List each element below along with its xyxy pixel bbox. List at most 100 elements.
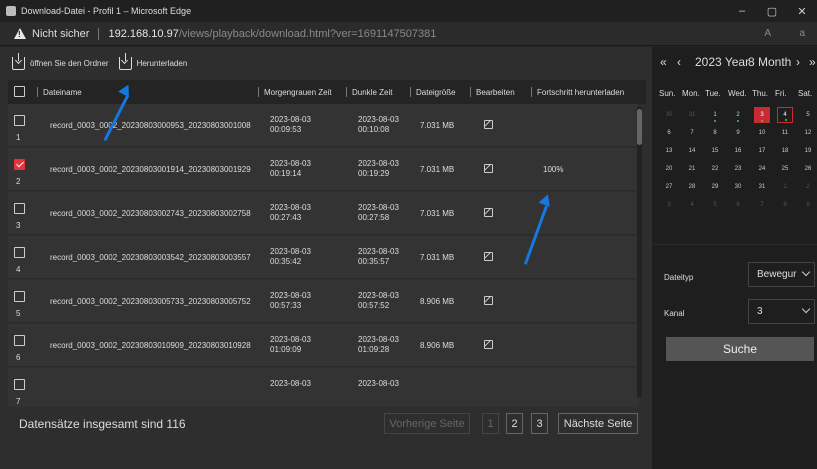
edit-icon[interactable] — [484, 208, 493, 217]
edit-icon[interactable] — [484, 164, 493, 173]
page-2-button[interactable]: 2 — [506, 413, 523, 434]
col-end-time[interactable]: Dunkle Zeit — [346, 80, 392, 104]
calendar-day[interactable]: 27 — [661, 179, 677, 195]
calendar-day[interactable]: 1 — [707, 107, 723, 123]
calendar-day[interactable]: 28 — [684, 179, 700, 195]
calendar-day[interactable]: 16 — [730, 143, 746, 159]
col-start-time[interactable]: Morgengrauen Zeit — [258, 80, 332, 104]
col-filesize[interactable]: Dateigröße — [410, 80, 456, 104]
calendar-day[interactable]: 30 — [730, 179, 746, 195]
filetype-select[interactable]: Bewegur — [748, 262, 815, 287]
row-checkbox[interactable] — [14, 159, 25, 170]
calendar-year[interactable]: 2023 Year — [695, 55, 749, 69]
calendar-day[interactable]: 1 — [777, 179, 793, 195]
select-all-checkbox[interactable] — [14, 86, 25, 97]
restore-button[interactable]: ▢ — [757, 0, 787, 22]
row-checkbox[interactable] — [14, 335, 25, 346]
next-month-button[interactable]: › — [796, 55, 800, 69]
calendar-day[interactable]: 26 — [800, 161, 816, 177]
calendar-day[interactable]: 13 — [661, 143, 677, 159]
table-row[interactable]: 2 record_0003_0002_20230803001914_2023080… — [8, 148, 638, 191]
col-filename[interactable]: Dateiname — [37, 80, 82, 104]
calendar-day[interactable]: 4 — [777, 107, 793, 123]
scrollbar-thumb[interactable] — [637, 109, 642, 145]
minimize-button[interactable]: – — [727, 0, 757, 22]
url-path[interactable]: /views/playback/download.html?ver=169114… — [179, 28, 437, 40]
calendar-day[interactable]: 8 — [707, 125, 723, 141]
calendar-day[interactable]: 21 — [684, 161, 700, 177]
calendar-day[interactable]: 7 — [684, 125, 700, 141]
prev-page-button[interactable]: Vorherige Seite — [384, 413, 470, 434]
calendar-day[interactable]: 25 — [777, 161, 793, 177]
not-secure-label[interactable]: Nicht sicher — [32, 28, 89, 40]
url-host[interactable]: 192.168.10.97 — [108, 28, 178, 40]
calendar-day[interactable]: 18 — [777, 143, 793, 159]
table-row[interactable]: 5 record_0003_0002_20230803005733_2023080… — [8, 280, 638, 323]
table-scrollbar[interactable] — [637, 107, 642, 397]
calendar-day[interactable]: 24 — [754, 161, 770, 177]
table-row[interactable]: 6 record_0003_0002_20230803010909_2023080… — [8, 324, 638, 367]
calendar-day[interactable]: 10 — [754, 125, 770, 141]
start-date: 2023-08-03 — [270, 335, 311, 344]
prev-month-button[interactable]: ‹ — [677, 55, 681, 69]
next-year-button[interactable]: » — [809, 55, 816, 69]
next-page-button[interactable]: Nächste Seite — [558, 413, 638, 434]
edit-icon[interactable] — [484, 120, 493, 129]
download-progress: 100% — [543, 165, 564, 174]
calendar-day[interactable]: 4 — [684, 197, 700, 213]
table-row[interactable]: 1 record_0003_0002_20230803000953_2023080… — [8, 104, 638, 147]
edit-icon[interactable] — [484, 340, 493, 349]
read-aloud-icon[interactable]: A — [764, 28, 771, 39]
calendar-day[interactable]: 6 — [730, 197, 746, 213]
col-edit[interactable]: Bearbeiten — [470, 80, 515, 104]
calendar-day[interactable]: 20 — [661, 161, 677, 177]
filetype-value: Bewegur — [757, 269, 797, 280]
channel-select[interactable]: 3 — [748, 299, 815, 324]
calendar-day[interactable]: 6 — [661, 125, 677, 141]
calendar-day[interactable]: 29 — [707, 179, 723, 195]
translate-icon[interactable]: a — [799, 28, 805, 39]
row-checkbox[interactable] — [14, 291, 25, 302]
filetype-label: Dateityp — [664, 273, 694, 282]
calendar-day[interactable]: 31 — [754, 179, 770, 195]
address-bar[interactable]: Nicht sicher 192.168.10.97 /views/playba… — [0, 22, 817, 46]
download-button[interactable]: Herunterladen — [118, 52, 187, 70]
calendar-day[interactable]: 3 — [661, 197, 677, 213]
calendar-day[interactable]: 19 — [800, 143, 816, 159]
calendar-day[interactable]: 7 — [754, 197, 770, 213]
calendar-day[interactable]: 2 — [800, 179, 816, 195]
calendar-day[interactable]: 3 — [754, 107, 770, 123]
calendar-day[interactable]: 5 — [800, 107, 816, 123]
prev-year-button[interactable]: « — [660, 55, 667, 69]
calendar-day[interactable]: 12 — [800, 125, 816, 141]
page-1-button[interactable]: 1 — [482, 413, 499, 434]
calendar-day[interactable]: 8 — [777, 197, 793, 213]
search-button[interactable]: Suche — [666, 337, 814, 361]
row-checkbox[interactable] — [14, 379, 25, 390]
calendar-day[interactable]: 9 — [800, 197, 816, 213]
calendar-day[interactable]: 14 — [684, 143, 700, 159]
calendar-day[interactable]: 22 — [707, 161, 723, 177]
calendar-day[interactable]: 23 — [730, 161, 746, 177]
row-checkbox[interactable] — [14, 203, 25, 214]
close-button[interactable]: ✕ — [787, 0, 817, 22]
calendar-day[interactable]: 9 — [730, 125, 746, 141]
open-folder-button[interactable]: öffnen Sie den Ordner — [12, 52, 109, 70]
row-index: 6 — [16, 353, 21, 362]
edit-icon[interactable] — [484, 252, 493, 261]
calendar-day[interactable]: 17 — [754, 143, 770, 159]
calendar-month[interactable]: 8 Month — [748, 55, 791, 69]
calendar-day[interactable]: 2 — [730, 107, 746, 123]
calendar-day[interactable]: 11 — [777, 125, 793, 141]
row-checkbox[interactable] — [14, 247, 25, 258]
page-3-button[interactable]: 3 — [531, 413, 548, 434]
table-row[interactable]: 7 2023-08-03 2023-08-03 — [8, 368, 638, 411]
col-progress[interactable]: Fortschritt herunterladen — [531, 80, 624, 104]
table-row[interactable]: 4 record_0003_0002_20230803003542_2023080… — [8, 236, 638, 279]
calendar-day[interactable]: 31 — [684, 107, 700, 123]
edit-icon[interactable] — [484, 296, 493, 305]
row-checkbox[interactable] — [14, 115, 25, 126]
calendar-day[interactable]: 15 — [707, 143, 723, 159]
calendar-day[interactable]: 5 — [707, 197, 723, 213]
calendar-day[interactable]: 30 — [661, 107, 677, 123]
